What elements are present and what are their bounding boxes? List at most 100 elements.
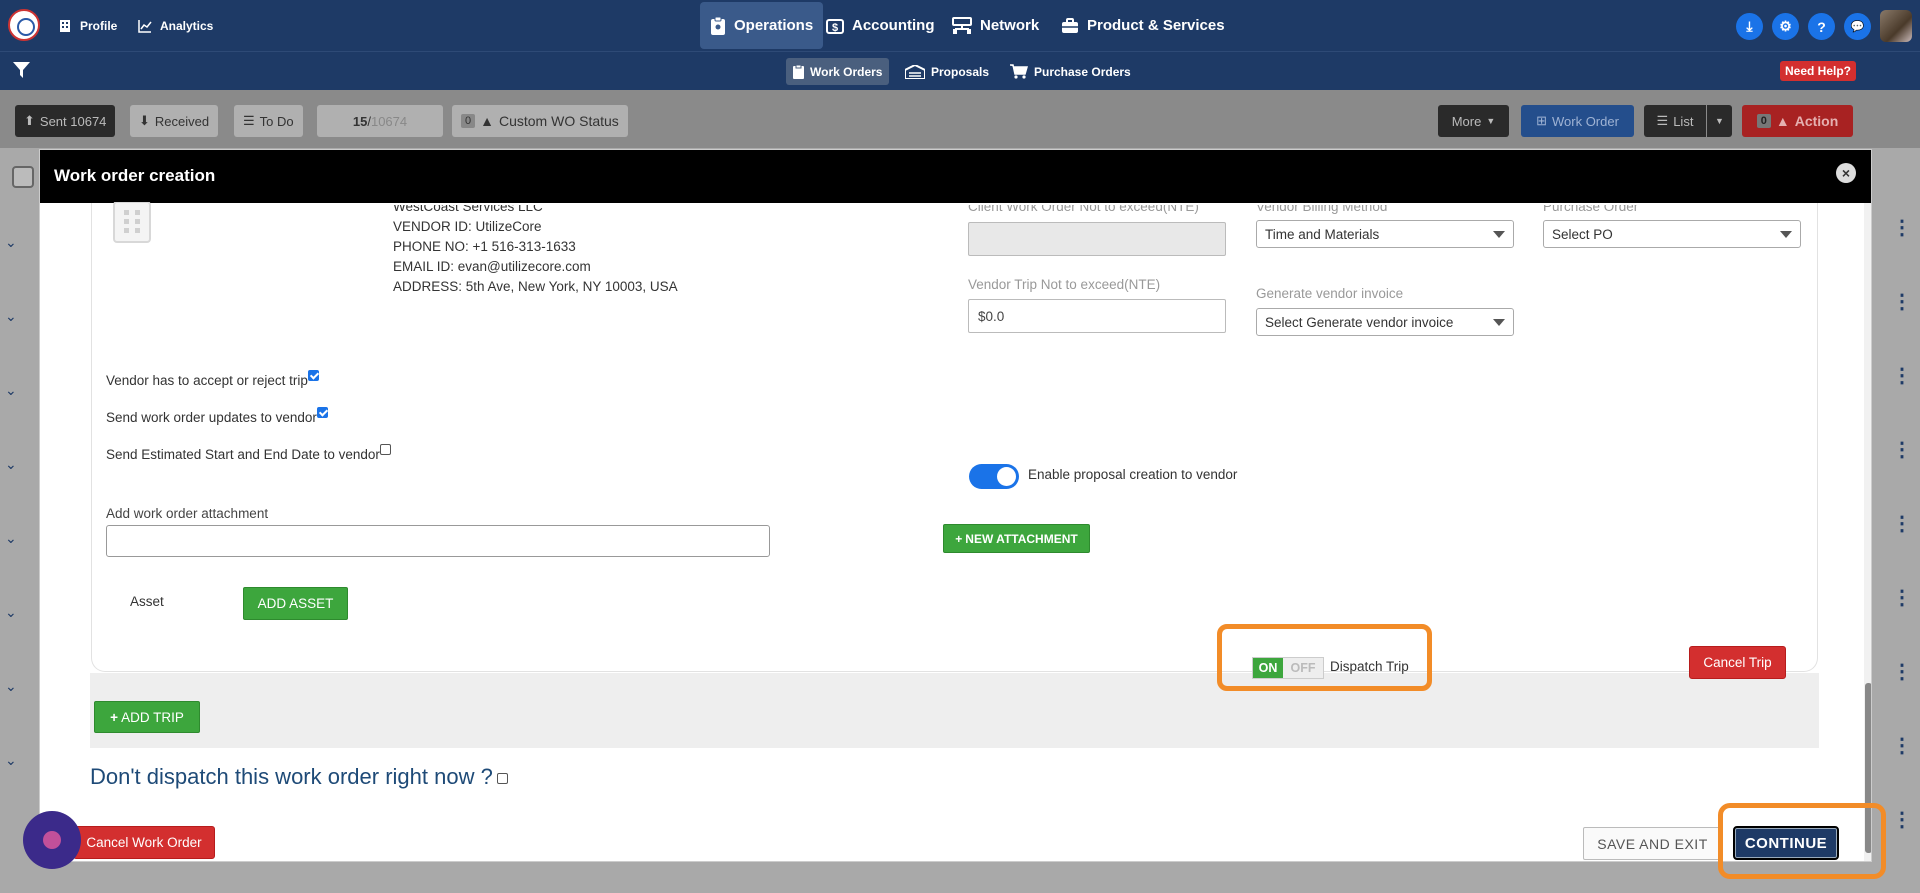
- select-all-checkbox[interactable]: [12, 166, 34, 188]
- chat-widget-icon[interactable]: [23, 811, 81, 869]
- record-count-total: 10674: [370, 113, 408, 129]
- trip-card: [91, 203, 1818, 672]
- nav-product-services-label: Product & Services: [1087, 17, 1225, 34]
- record-count-current: 15: [352, 113, 368, 129]
- gear-icon[interactable]: ⚙: [1772, 13, 1799, 40]
- dont-dispatch-checkbox[interactable]: [496, 772, 508, 784]
- chat-icon[interactable]: 💬: [1844, 13, 1871, 40]
- top-navbar: Profile Analytics Operations $ Accountin…: [0, 0, 1920, 51]
- subnav-proposals[interactable]: Proposals: [898, 58, 996, 85]
- subnav-work-orders-label: Work Orders: [810, 64, 883, 79]
- purchase-order-select[interactable]: Select PO: [1543, 220, 1801, 248]
- todo-tab[interactable]: ☰ To Do: [234, 105, 303, 137]
- row-expand-icon[interactable]: ⌄: [5, 456, 17, 473]
- add-trip-button[interactable]: + ADD TRIP: [94, 701, 200, 733]
- list-view-label: List: [1673, 113, 1694, 129]
- subnav-purchase-orders[interactable]: Purchase Orders: [1003, 58, 1138, 85]
- cancel-trip-button[interactable]: Cancel Trip: [1689, 646, 1786, 679]
- more-button[interactable]: More ▼: [1438, 105, 1509, 137]
- save-and-exit-button[interactable]: SAVE AND EXIT: [1583, 827, 1722, 860]
- row-expand-icon[interactable]: ⌄: [5, 752, 17, 769]
- trip-nte-label: Vendor Trip Not to exceed(NTE): [968, 277, 1161, 292]
- trip-nte-input[interactable]: $0.0: [968, 299, 1226, 333]
- add-asset-button[interactable]: ADD ASSET: [243, 587, 348, 620]
- sub-navbar: Work Orders Proposals Purchase Orders Ne…: [0, 51, 1920, 90]
- work-orders-toolbar: ⬆ Sent 10674 ⬇ Received ☰ To Do 15 / 106…: [0, 90, 1920, 148]
- proposal-toggle-label: Enable proposal creation to vendor: [1028, 467, 1238, 482]
- modal-scrollbar[interactable]: [1864, 203, 1871, 861]
- dispatch-highlight: [1217, 624, 1432, 691]
- nav-analytics[interactable]: Analytics: [138, 0, 213, 51]
- cancel-work-order-button[interactable]: Cancel Work Order: [73, 826, 215, 859]
- attachment-input[interactable]: [106, 525, 770, 557]
- dollar-box-icon: $: [826, 18, 844, 34]
- modal-header: Work order creation ×: [40, 150, 1871, 203]
- row-expand-icon[interactable]: ⌄: [5, 308, 17, 325]
- send-updates-checkbox[interactable]: [316, 407, 328, 418]
- action-button[interactable]: 0 ▲ Action: [1742, 105, 1853, 137]
- plus-icon: +: [955, 531, 963, 546]
- generate-invoice-value: Select Generate vendor invoice: [1265, 314, 1454, 330]
- view-dropdown-caret[interactable]: ▼: [1707, 105, 1732, 137]
- proposal-toggle[interactable]: [969, 464, 1019, 489]
- nav-accounting[interactable]: $ Accounting: [826, 0, 935, 51]
- subnav-proposals-label: Proposals: [931, 64, 990, 79]
- list-view-button[interactable]: ☰ List: [1644, 105, 1706, 137]
- sent-tab[interactable]: ⬆ Sent 10674: [15, 105, 116, 137]
- subnav-work-orders[interactable]: Work Orders: [786, 58, 890, 85]
- received-tab[interactable]: ⬇ Received: [130, 105, 219, 137]
- plus-square-icon: ⊞: [1536, 113, 1547, 128]
- new-work-order-button[interactable]: ⊞ Work Order: [1521, 105, 1634, 137]
- question-icon[interactable]: ?: [1808, 13, 1835, 40]
- row-menu-icon[interactable]: ⋮: [1892, 736, 1912, 756]
- row-expand-icon[interactable]: ⌄: [5, 604, 17, 621]
- nav-network[interactable]: Network: [952, 0, 1039, 51]
- row-menu-icon[interactable]: ⋮: [1892, 366, 1912, 386]
- need-help-button[interactable]: Need Help?: [1780, 61, 1857, 81]
- company-logo[interactable]: [8, 9, 40, 41]
- vendor-billing-select[interactable]: Time and Materials: [1256, 220, 1514, 248]
- dispatch-off: OFF: [1283, 658, 1323, 678]
- vendor-id: VENDOR ID: UtilizeCore: [393, 219, 542, 234]
- dont-dispatch-row: Don't dispatch this work order right now…: [90, 764, 508, 790]
- nav-profile-label: Profile: [80, 18, 118, 33]
- row-menu-icon[interactable]: ⋮: [1892, 588, 1912, 608]
- line-chart-icon: [138, 19, 152, 33]
- user-avatar[interactable]: [1880, 10, 1912, 42]
- new-attachment-button[interactable]: + NEW ATTACHMENT: [943, 524, 1090, 553]
- nav-operations[interactable]: Operations: [700, 2, 824, 49]
- work-order-creation-modal: Work order creation × WestCoast Services…: [39, 149, 1872, 862]
- accept-reject-checkbox[interactable]: [307, 370, 319, 381]
- row-expand-icon[interactable]: ⌄: [5, 530, 17, 547]
- row-menu-icon[interactable]: ⋮: [1892, 810, 1912, 830]
- custom-wo-status-button[interactable]: 0 ▲ Custom WO Status: [452, 105, 628, 137]
- row-menu-icon[interactable]: ⋮: [1892, 292, 1912, 312]
- more-button-label: More: [1451, 113, 1482, 129]
- generate-invoice-select[interactable]: Select Generate vendor invoice: [1256, 308, 1514, 336]
- row-menu-icon[interactable]: ⋮: [1892, 662, 1912, 682]
- row-expand-icon[interactable]: ⌄: [5, 234, 17, 251]
- close-icon[interactable]: ×: [1836, 163, 1856, 183]
- filter-icon[interactable]: [13, 62, 30, 79]
- row-expand-icon[interactable]: ⌄: [5, 382, 17, 399]
- download-circle-icon[interactable]: ⤓: [1736, 13, 1763, 40]
- client-nte-input[interactable]: [968, 222, 1226, 256]
- vendor-building-icon: [113, 202, 151, 243]
- list-icon: ☰: [1656, 113, 1669, 128]
- row-menu-icon[interactable]: ⋮: [1892, 218, 1912, 238]
- clipboard-icon: [793, 64, 804, 79]
- send-updates-label: Send work order updates to vendor: [106, 410, 317, 425]
- nav-analytics-label: Analytics: [160, 18, 214, 33]
- action-badge: 0: [1756, 114, 1771, 128]
- nav-profile[interactable]: Profile: [58, 0, 117, 51]
- action-label: Action: [1794, 113, 1839, 129]
- row-menu-icon[interactable]: ⋮: [1892, 514, 1912, 534]
- row-expand-icon[interactable]: ⌄: [5, 678, 17, 695]
- dispatch-switch[interactable]: ON OFF: [1252, 657, 1324, 679]
- new-work-order-label: Work Order: [1551, 113, 1619, 129]
- nav-product-services[interactable]: Product & Services: [1061, 0, 1225, 51]
- row-menu-icon[interactable]: ⋮: [1892, 440, 1912, 460]
- continue-button[interactable]: CONTINUE: [1733, 826, 1839, 860]
- send-dates-checkbox[interactable]: [379, 444, 391, 455]
- generate-invoice-label: Generate vendor invoice: [1256, 286, 1404, 301]
